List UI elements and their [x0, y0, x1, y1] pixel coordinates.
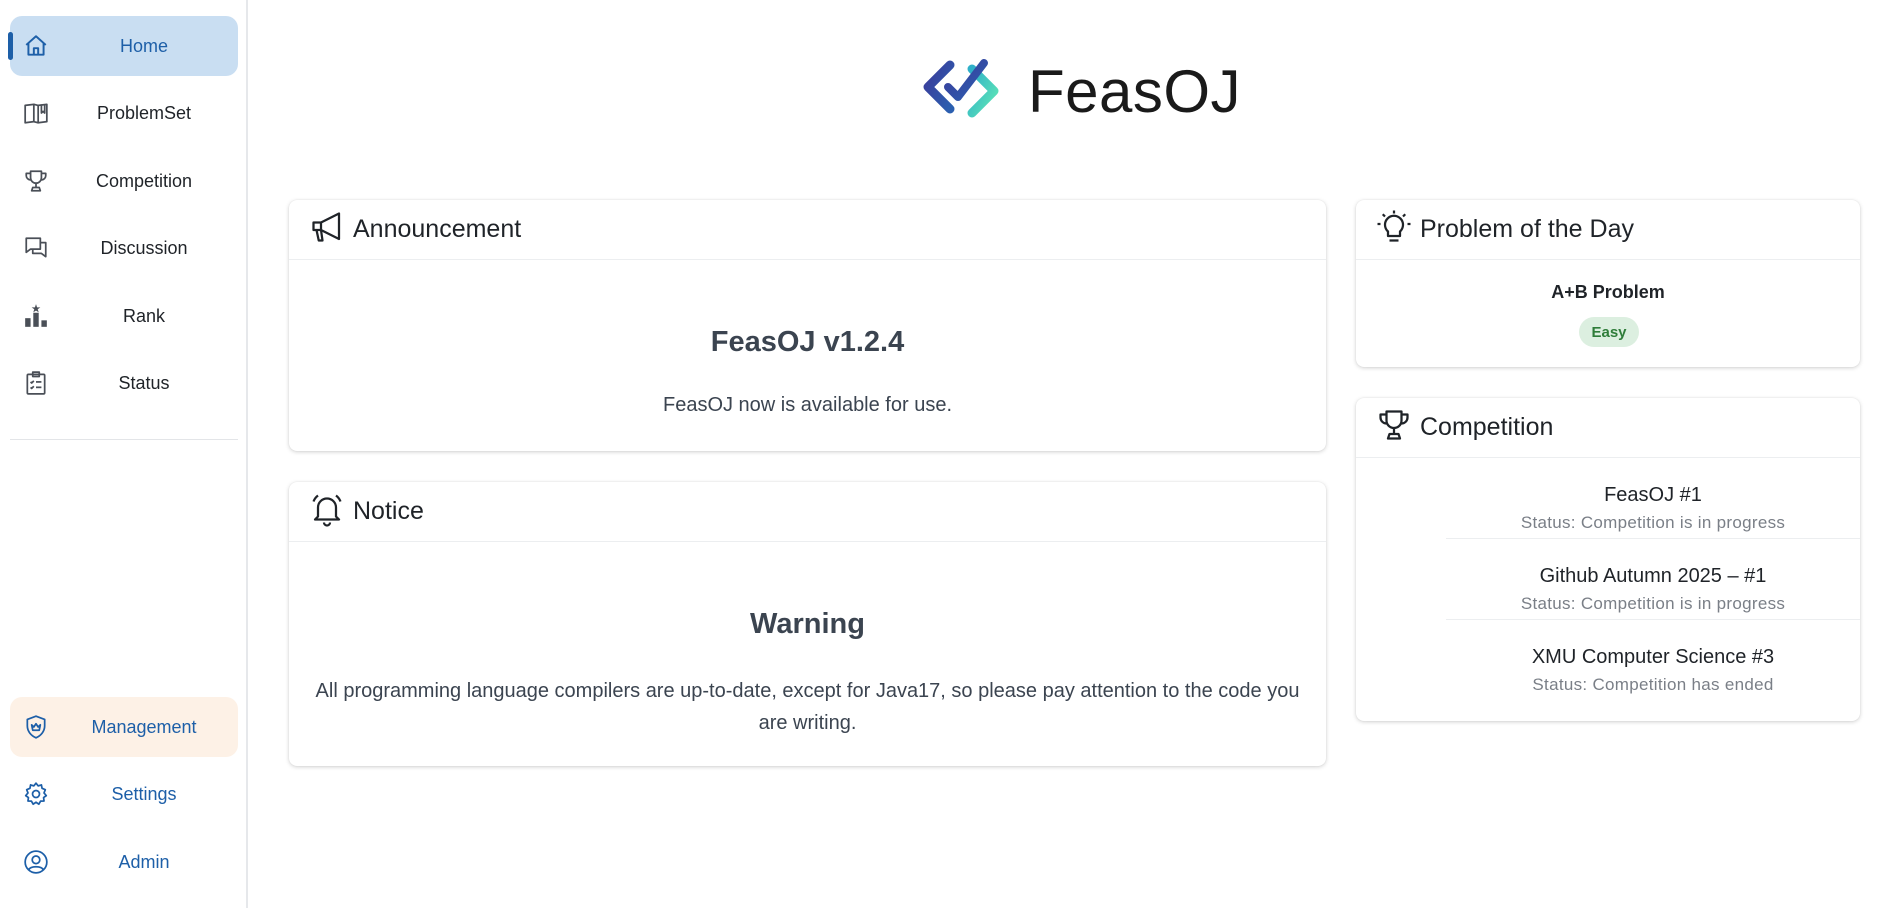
notice-card: Notice Warning All programming language … — [289, 482, 1326, 766]
home-icon — [22, 32, 50, 60]
sidebar-item-problemset[interactable]: ProblemSet — [10, 83, 238, 143]
gear-icon — [22, 780, 50, 808]
competition-name: Github Autumn 2025 – #1 — [1539, 565, 1767, 587]
competition-card: Competition FeasOJ #1 Status: Competitio… — [1356, 398, 1860, 721]
brand-name: FeasOJ — [1028, 57, 1242, 125]
competition-name: FeasOJ #1 — [1604, 484, 1702, 506]
competition-status: Status: Competition has ended — [1532, 675, 1774, 694]
notice-text: All programming language compilers are u… — [315, 680, 1300, 734]
announcement-text: FeasOJ now is available for use. — [662, 394, 953, 416]
sidebar-divider — [10, 439, 238, 440]
shield-icon — [22, 713, 50, 741]
bell-icon — [309, 491, 353, 532]
sidebar-item-label: Discussion — [100, 237, 188, 258]
card-title: Announcement — [353, 215, 522, 243]
user-circle-icon — [22, 848, 50, 876]
rank-icon — [22, 302, 50, 330]
megaphone-icon — [309, 209, 353, 250]
chat-icon — [22, 234, 50, 262]
sidebar-item-rank[interactable]: Rank — [10, 286, 238, 346]
sidebar-item-label: ProblemSet — [96, 102, 192, 123]
competition-name: XMU Computer Science #3 — [1531, 646, 1775, 668]
card-title: Competition — [1420, 413, 1554, 441]
book-icon — [22, 99, 50, 127]
announcement-card: Announcement FeasOJ v1.2.4 FeasOJ now is… — [289, 200, 1326, 451]
sidebar-item-admin[interactable]: Admin — [10, 832, 238, 892]
list-item[interactable]: FeasOJ #1 Status: Competition is in prog… — [1446, 458, 1860, 539]
sidebar: Home ProblemSet Competition Discussion R… — [0, 0, 248, 908]
sidebar-item-discussion[interactable]: Discussion — [10, 218, 238, 278]
sidebar-item-label: Management — [91, 716, 197, 737]
competition-status: Status: Competition is in progress — [1520, 594, 1786, 613]
sidebar-item-label: Competition — [95, 170, 193, 191]
feasoj-logo-icon — [920, 57, 1002, 126]
difficulty-badge: Easy — [1579, 317, 1639, 347]
card-header: Problem of the Day — [1356, 200, 1860, 260]
sidebar-item-status[interactable]: Status — [10, 353, 238, 413]
sidebar-item-settings[interactable]: Settings — [10, 764, 238, 824]
lightbulb-icon — [1376, 209, 1420, 250]
trophy-icon — [1376, 407, 1420, 448]
brand-header: FeasOJ — [920, 56, 1241, 126]
card-header: Notice — [289, 482, 1326, 542]
clipboard-icon — [22, 369, 50, 397]
sidebar-item-label: Home — [119, 35, 168, 56]
sidebar-item-label: Status — [118, 372, 170, 393]
competition-list: FeasOJ #1 Status: Competition is in prog… — [1446, 458, 1860, 701]
trophy-icon — [22, 167, 50, 195]
sidebar-item-label: Admin — [118, 851, 170, 872]
sidebar-item-competition[interactable]: Competition — [10, 151, 238, 211]
announcement-title: FeasOJ v1.2.4 — [710, 326, 905, 358]
sidebar-item-management[interactable]: Management — [10, 697, 238, 757]
problem-name-link[interactable]: A+B Problem — [1356, 282, 1860, 303]
card-title: Notice — [353, 497, 424, 525]
sidebar-item-home[interactable]: Home — [8, 16, 238, 76]
sidebar-item-label: Rank — [122, 305, 166, 326]
competition-status: Status: Competition is in progress — [1520, 513, 1786, 532]
problem-of-day-card: Problem of the Day A+B Problem Easy — [1356, 200, 1860, 367]
card-title: Problem of the Day — [1420, 215, 1634, 243]
notice-title: Warning — [750, 608, 865, 640]
card-header: Announcement — [289, 200, 1326, 260]
list-item[interactable]: Github Autumn 2025 – #1 Status: Competit… — [1446, 539, 1860, 620]
card-header: Competition — [1356, 398, 1860, 458]
list-item[interactable]: XMU Computer Science #3 Status: Competit… — [1446, 620, 1860, 701]
sidebar-item-label: Settings — [111, 783, 177, 804]
